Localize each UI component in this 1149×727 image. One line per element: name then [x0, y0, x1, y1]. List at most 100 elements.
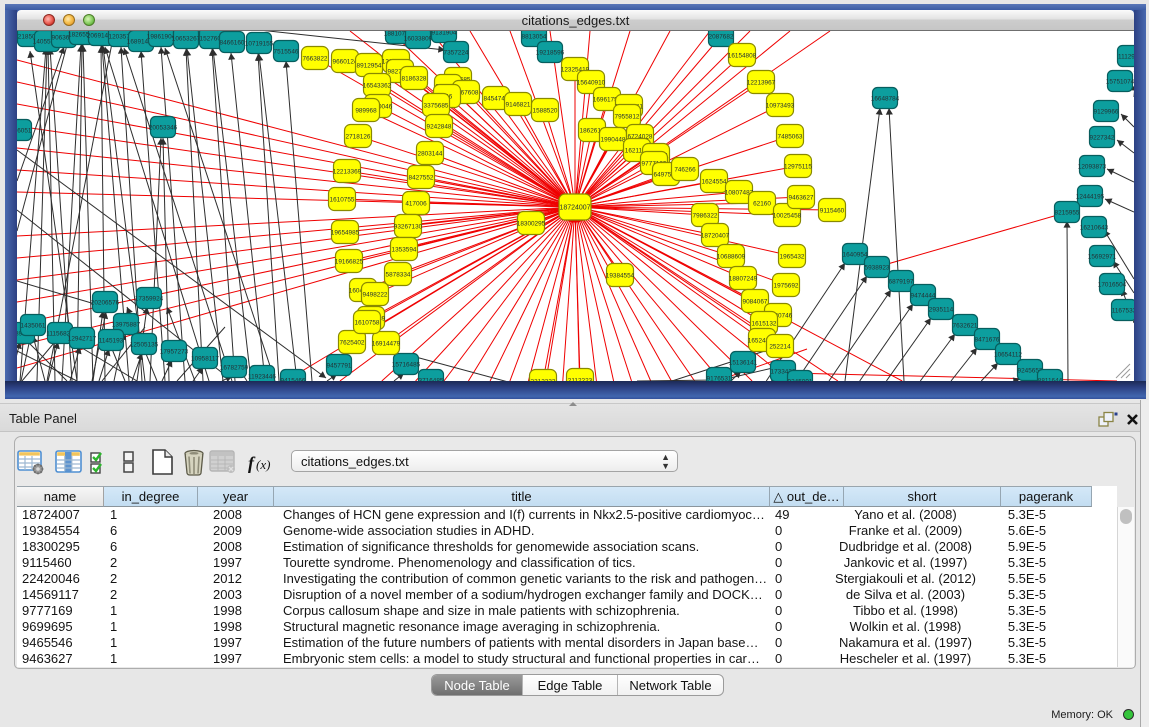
svg-text:16033809: 16033809 [404, 35, 433, 42]
svg-text:18300295: 18300295 [517, 220, 546, 227]
svg-text:2112223: 2112223 [568, 377, 593, 381]
svg-text:19218596: 19218596 [536, 49, 565, 56]
svg-text:18807249: 18807249 [729, 275, 758, 282]
svg-text:62160: 62160 [753, 200, 771, 207]
svg-text:10025458: 10025458 [773, 212, 802, 219]
svg-text:9131904: 9131904 [432, 31, 457, 36]
svg-text:19384554: 19384554 [606, 272, 635, 279]
svg-text:12213967: 12213967 [747, 79, 776, 86]
svg-text:16210643: 16210643 [1080, 224, 1109, 231]
svg-text:1624554: 1624554 [702, 178, 727, 185]
svg-text:9660124: 9660124 [333, 58, 358, 65]
svg-text:12505135: 12505135 [130, 341, 159, 348]
svg-text:7986322: 7986322 [693, 212, 718, 219]
svg-text:12444195: 12444195 [1076, 193, 1105, 200]
svg-text:8813054: 8813054 [522, 33, 547, 40]
svg-text:9245091: 9245091 [788, 378, 813, 381]
svg-text:9129966: 9129966 [1094, 108, 1119, 115]
svg-text:f: f [248, 453, 256, 473]
svg-text:12213369: 12213369 [333, 168, 362, 175]
svg-text:3716485: 3716485 [419, 377, 444, 381]
svg-text:(x): (x) [256, 457, 270, 472]
svg-text:8811644: 8811644 [1038, 377, 1063, 381]
svg-text:746266: 746266 [674, 166, 696, 173]
svg-text:16154808: 16154808 [728, 52, 757, 59]
svg-text:1965432: 1965432 [780, 253, 805, 260]
svg-text:8427552: 8427552 [409, 174, 434, 181]
svg-text:18724007: 18724007 [559, 204, 590, 211]
svg-text:417006: 417006 [405, 200, 427, 207]
svg-text:9415466: 9415466 [281, 377, 306, 381]
svg-text:1610758: 1610758 [355, 319, 380, 326]
svg-text:8215955: 8215955 [1055, 209, 1080, 216]
svg-text:13975887: 13975887 [112, 321, 141, 328]
svg-text:15716485: 15716485 [392, 361, 421, 368]
svg-text:1610755: 1610755 [330, 196, 355, 203]
svg-text:3375685: 3375685 [424, 102, 449, 109]
svg-text:10719155: 10719155 [245, 40, 274, 47]
svg-text:10654112: 10654112 [994, 351, 1022, 358]
svg-text:10973493: 10973493 [766, 102, 795, 109]
svg-text:1435061: 1435061 [21, 322, 46, 329]
svg-text:20206576: 20206576 [91, 299, 120, 306]
svg-text:8466160: 8466160 [220, 39, 245, 46]
svg-text:10958117: 10958117 [191, 355, 219, 362]
svg-text:16782759: 16782759 [220, 364, 249, 371]
svg-text:5878334: 5878334 [386, 271, 411, 278]
svg-text:9084067: 9084067 [743, 298, 768, 305]
svg-text:1112984: 1112984 [1118, 53, 1134, 60]
svg-text:10653267: 10653267 [172, 35, 201, 42]
svg-text:1145193: 1145193 [99, 337, 124, 344]
svg-text:12093873: 12093873 [1078, 163, 1107, 170]
svg-text:17016504: 17016504 [1098, 281, 1127, 288]
svg-text:7955812: 7955812 [615, 113, 640, 120]
svg-text:1353594: 1353594 [392, 246, 417, 253]
svg-text:2935114: 2935114 [929, 306, 954, 313]
svg-text:6879197: 6879197 [889, 278, 914, 285]
svg-text:9176531: 9176531 [707, 375, 732, 381]
svg-text:8186328: 8186328 [402, 75, 427, 82]
svg-text:1588520: 1588520 [533, 107, 558, 114]
svg-text:16543362: 16543362 [363, 82, 392, 89]
svg-text:7515546: 7515546 [274, 48, 299, 55]
svg-text:8912954: 8912954 [357, 62, 382, 69]
svg-text:7625402: 7625402 [340, 339, 365, 346]
svg-text:9146821: 9146821 [506, 101, 531, 108]
svg-text:19654985: 19654985 [331, 229, 360, 236]
svg-text:989968: 989968 [355, 107, 377, 114]
svg-text:15751074: 15751074 [1106, 78, 1134, 85]
svg-text:12942717: 12942717 [68, 335, 97, 342]
svg-text:7632621: 7632621 [953, 322, 978, 329]
svg-text:252214: 252214 [769, 343, 791, 350]
svg-text:8471676: 8471676 [975, 336, 1000, 343]
svg-text:15692971: 15692971 [1088, 253, 1117, 260]
svg-text:1640954: 1640954 [843, 251, 868, 258]
svg-text:7357224: 7357224 [444, 49, 469, 56]
svg-text:7663822: 7663822 [303, 55, 328, 62]
svg-text:1167533: 1167533 [1112, 307, 1134, 314]
svg-text:7485063: 7485063 [778, 133, 803, 140]
svg-text:15640910: 15640910 [577, 79, 606, 86]
svg-text:9227342: 9227342 [1090, 134, 1115, 141]
svg-text:16914479: 16914479 [372, 340, 401, 347]
svg-text:1026051: 1026051 [17, 127, 32, 134]
svg-text:2803144: 2803144 [418, 150, 443, 157]
svg-text:1975692: 1975692 [774, 282, 799, 289]
svg-text:9115460: 9115460 [820, 207, 845, 214]
svg-text:2718126: 2718126 [346, 133, 371, 140]
svg-text:1990448: 1990448 [601, 136, 626, 143]
svg-text:12975115: 12975115 [784, 163, 812, 170]
svg-text:9498222: 9498222 [363, 291, 388, 298]
svg-text:17359924: 17359924 [135, 295, 164, 302]
svg-text:11923446: 11923446 [248, 373, 276, 380]
svg-text:16648784: 16648784 [871, 95, 900, 102]
svg-text:10688609: 10688609 [717, 253, 746, 260]
svg-text:19166825: 19166825 [335, 258, 364, 265]
svg-text:9242848: 9242848 [427, 123, 452, 130]
svg-text:9463627: 9463627 [789, 194, 814, 201]
svg-text:5938923: 5938923 [865, 264, 890, 271]
svg-text:93267130: 93267130 [394, 223, 423, 230]
svg-text:17957273: 17957273 [160, 348, 189, 355]
svg-text:18720407: 18720407 [701, 232, 730, 239]
svg-text:1615132: 1615132 [752, 320, 777, 327]
